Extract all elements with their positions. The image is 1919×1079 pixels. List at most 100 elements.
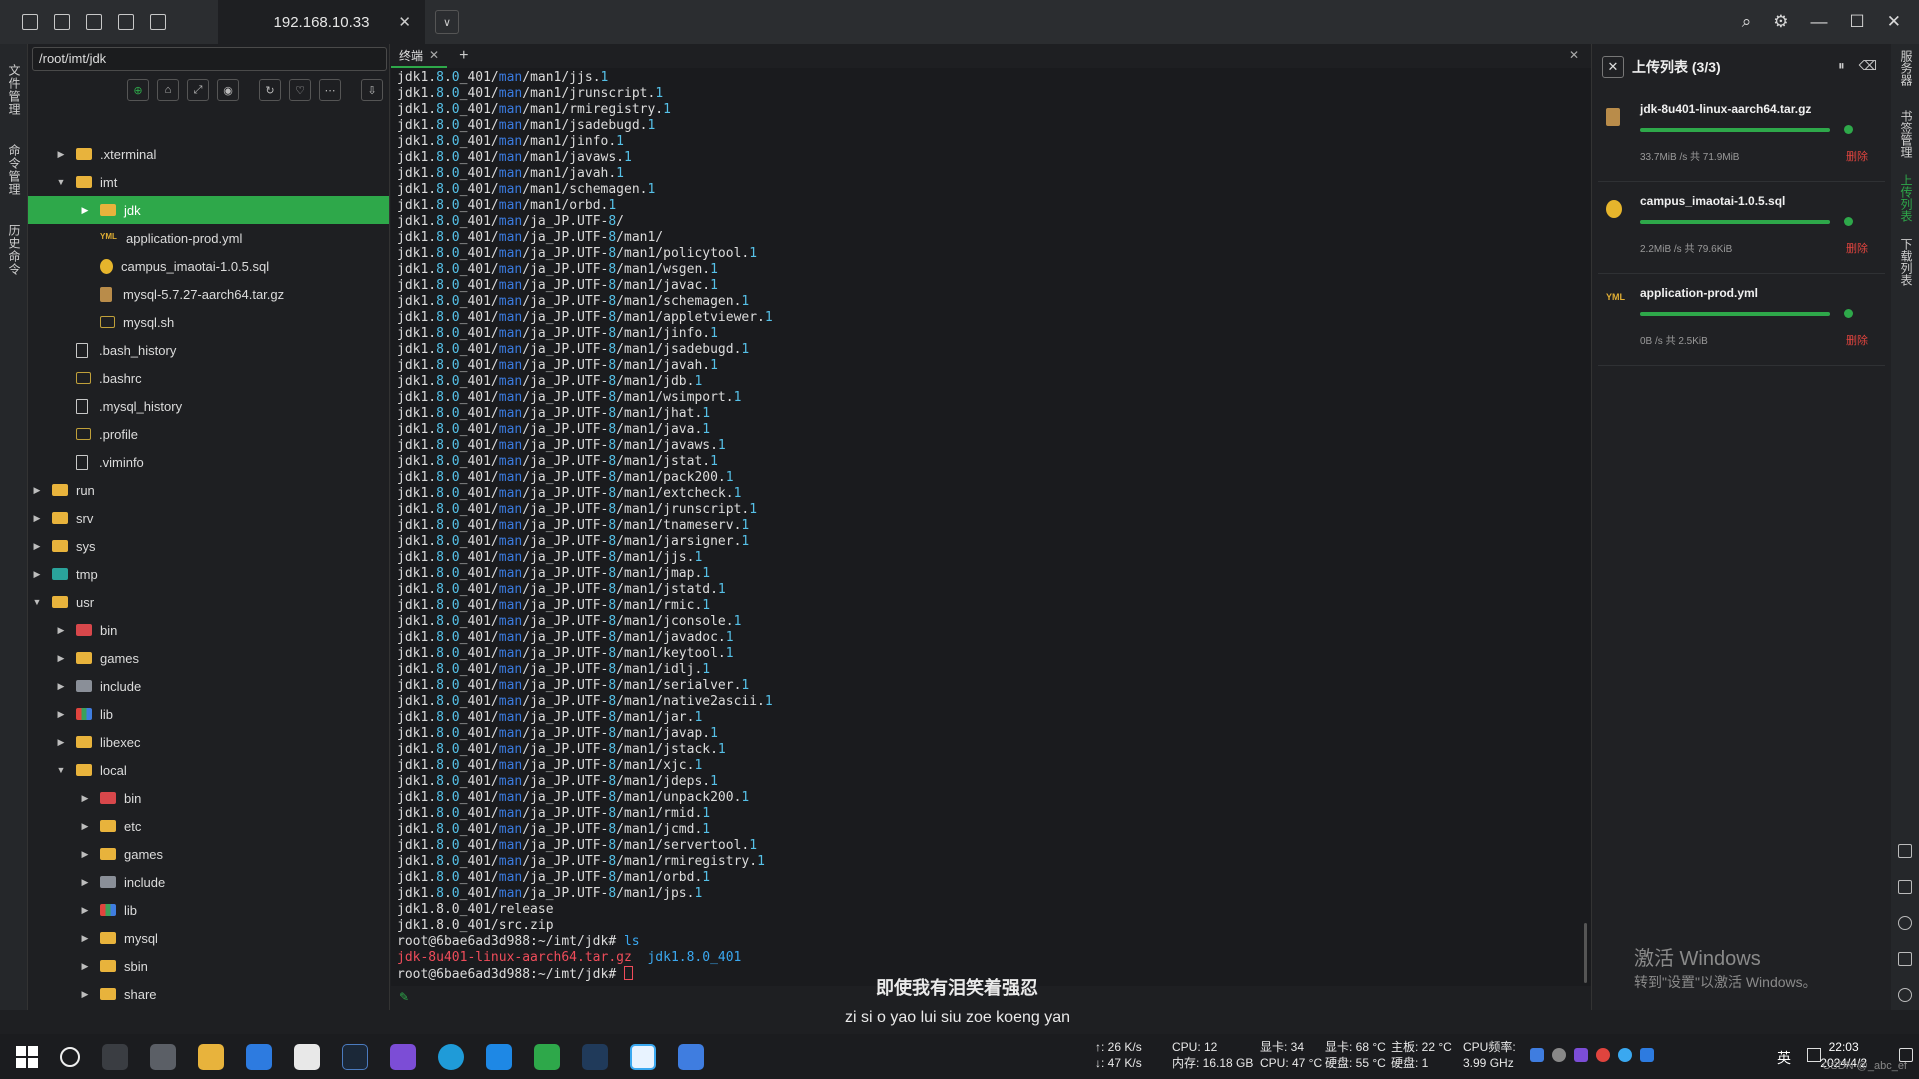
maximize-icon[interactable]: ☐ (1850, 12, 1865, 32)
windows-start-icon[interactable] (16, 1045, 38, 1068)
chevron-right-icon[interactable]: ▶ (56, 737, 66, 748)
delete-upload-button[interactable]: 删除 (1846, 148, 1868, 164)
tree-file[interactable]: ▶mysql-5.7.27-aarch64.tar.gz (28, 280, 389, 308)
tree-file[interactable]: ▶.mysql_history (28, 392, 389, 420)
chevron-right-icon[interactable]: ▶ (80, 877, 90, 888)
terminal-icon[interactable] (22, 14, 38, 30)
more-icon[interactable]: ⋯ (319, 79, 341, 101)
chevron-right-icon[interactable]: ▶ (80, 933, 90, 944)
tree-folder[interactable]: ▶ share (28, 980, 389, 1008)
list-icon[interactable] (150, 14, 166, 30)
tree-file[interactable]: ▶mysql.sh (28, 308, 389, 336)
tree-file[interactable]: ▶YMLapplication-prod.yml (28, 224, 389, 252)
tree-folder[interactable]: ▶ include (28, 868, 389, 896)
refresh-icon[interactable] (1898, 916, 1912, 930)
chevron-right-icon[interactable]: ▶ (56, 653, 66, 664)
chevron-right-icon[interactable]: ▶ (80, 989, 90, 1000)
ime-indicator[interactable]: 英 (1777, 1048, 1791, 1068)
tree-folder[interactable]: ▼ imt (28, 168, 389, 196)
tree-folder[interactable]: ▶ sys (28, 532, 389, 560)
rail-file-manager[interactable]: 文件管理 (6, 64, 23, 116)
tray-app-icon[interactable] (1530, 1048, 1544, 1062)
tree-folder[interactable]: ▶ run (28, 476, 389, 504)
tree-folder[interactable]: ▼ local (28, 756, 389, 784)
remote-desktop-icon[interactable] (678, 1043, 704, 1070)
save-icon[interactable] (1898, 952, 1912, 966)
tree-file[interactable]: ▶campus_imaotai-1.0.5.sql (28, 252, 389, 280)
chevron-right-icon[interactable]: ▶ (80, 205, 90, 216)
rail-downloads[interactable]: 下载列表 (1898, 238, 1915, 286)
xterminal-icon[interactable] (534, 1043, 560, 1070)
keyboard-icon[interactable] (1807, 1048, 1821, 1062)
chevron-right-icon[interactable]: ▶ (32, 513, 42, 524)
task-view-icon[interactable] (102, 1043, 128, 1070)
tray-app-icon[interactable] (1574, 1048, 1588, 1062)
chevron-down-icon[interactable]: ▼ (56, 765, 66, 775)
tree-folder[interactable]: ▶ .xterminal (28, 140, 389, 168)
tree-icon[interactable] (118, 14, 134, 30)
rail-uploads[interactable]: 上传列表 (1898, 174, 1915, 222)
tree-folder[interactable]: ▶ srv (28, 504, 389, 532)
tree-file[interactable]: ▶.viminfo (28, 448, 389, 476)
close-window-icon[interactable]: ✕ (1887, 12, 1901, 32)
pin-icon[interactable]: ✎ (399, 990, 409, 1004)
tree-file[interactable]: ▶.profile (28, 420, 389, 448)
chevron-right-icon[interactable]: ▶ (56, 681, 66, 692)
tree-folder[interactable]: ▶ games (28, 644, 389, 672)
pause-icon[interactable]: ⏸ (1838, 58, 1845, 74)
edge-icon[interactable] (438, 1043, 464, 1070)
tree-folder[interactable]: ▶ sbin (28, 952, 389, 980)
chevron-right-icon[interactable]: ▶ (80, 905, 90, 916)
chevron-right-icon[interactable]: ▶ (56, 625, 66, 636)
path-input[interactable]: /root/imt/jdk (32, 47, 387, 71)
scrollbar[interactable] (1584, 923, 1587, 983)
close-terminal-icon[interactable]: ✕ (1569, 48, 1579, 62)
close-icon[interactable]: ✕ (429, 48, 439, 62)
tree-folder[interactable]: ▶ mysql (28, 924, 389, 952)
document-icon[interactable] (54, 14, 70, 30)
tree-file[interactable]: ▶.bash_history (28, 336, 389, 364)
tree-folder[interactable]: ▶ lib (28, 896, 389, 924)
rail-servers[interactable]: 服务器 (1898, 50, 1915, 86)
tree-folder[interactable]: ▶ bin (28, 784, 389, 812)
vscode-icon[interactable] (486, 1043, 512, 1070)
tree-folder[interactable]: ▶ jdk (28, 196, 389, 224)
tree-folder[interactable]: ▶ libexec (28, 728, 389, 756)
clear-icon[interactable]: ⌫ (1859, 58, 1877, 74)
expand-icon[interactable]: ⤢ (187, 79, 209, 101)
home-icon[interactable]: ⌂ (157, 79, 179, 101)
app-z-icon[interactable] (390, 1043, 416, 1070)
app-active-icon[interactable] (630, 1043, 656, 1070)
chevron-right-icon[interactable]: ▶ (80, 849, 90, 860)
search-icon[interactable]: ⌕ (1742, 12, 1752, 32)
chevron-right-icon[interactable]: ▶ (56, 709, 66, 720)
chevron-right-icon[interactable]: ▶ (32, 485, 42, 496)
tree-folder[interactable]: ▶ lib (28, 700, 389, 728)
tree-folder[interactable]: ▶ bin (28, 616, 389, 644)
chevron-right-icon[interactable]: ▶ (80, 961, 90, 972)
heart-icon[interactable]: ♡ (289, 79, 311, 101)
rail-command-manager[interactable]: 命令管理 (6, 144, 23, 196)
grid-icon[interactable] (86, 14, 102, 30)
tray-app-icon[interactable] (1596, 1048, 1610, 1062)
add-tab-button[interactable]: + (459, 47, 468, 65)
refresh-icon[interactable]: ↻ (259, 79, 281, 101)
app-c-icon[interactable] (582, 1043, 608, 1070)
chevron-down-icon[interactable]: ▼ (56, 177, 66, 187)
chevron-right-icon[interactable]: ▶ (32, 541, 42, 552)
app-icon[interactable] (150, 1043, 176, 1070)
delete-upload-button[interactable]: 删除 (1846, 332, 1868, 348)
tray-app-icon[interactable] (1640, 1048, 1654, 1062)
chevron-right-icon[interactable]: ▶ (32, 569, 42, 580)
rail-bookmarks[interactable]: 书签管理 (1898, 110, 1915, 158)
tray-app-icon[interactable] (1618, 1048, 1632, 1062)
tree-folder[interactable]: ▼ usr (28, 588, 389, 616)
steam-icon[interactable] (342, 1043, 368, 1070)
tree-folder[interactable]: ▶ tmp (28, 560, 389, 588)
file-explorer-icon[interactable] (198, 1043, 224, 1070)
delete-upload-button[interactable]: 删除 (1846, 240, 1868, 256)
chevron-down-icon[interactable]: ▼ (32, 597, 42, 607)
terminal-output[interactable]: jdk1.8.0_401/man/man1/jjs.1 jdk1.8.0_401/… (391, 68, 1591, 986)
tree-folder[interactable]: ▶src (28, 1008, 389, 1010)
terminal-icon[interactable] (1898, 844, 1912, 858)
